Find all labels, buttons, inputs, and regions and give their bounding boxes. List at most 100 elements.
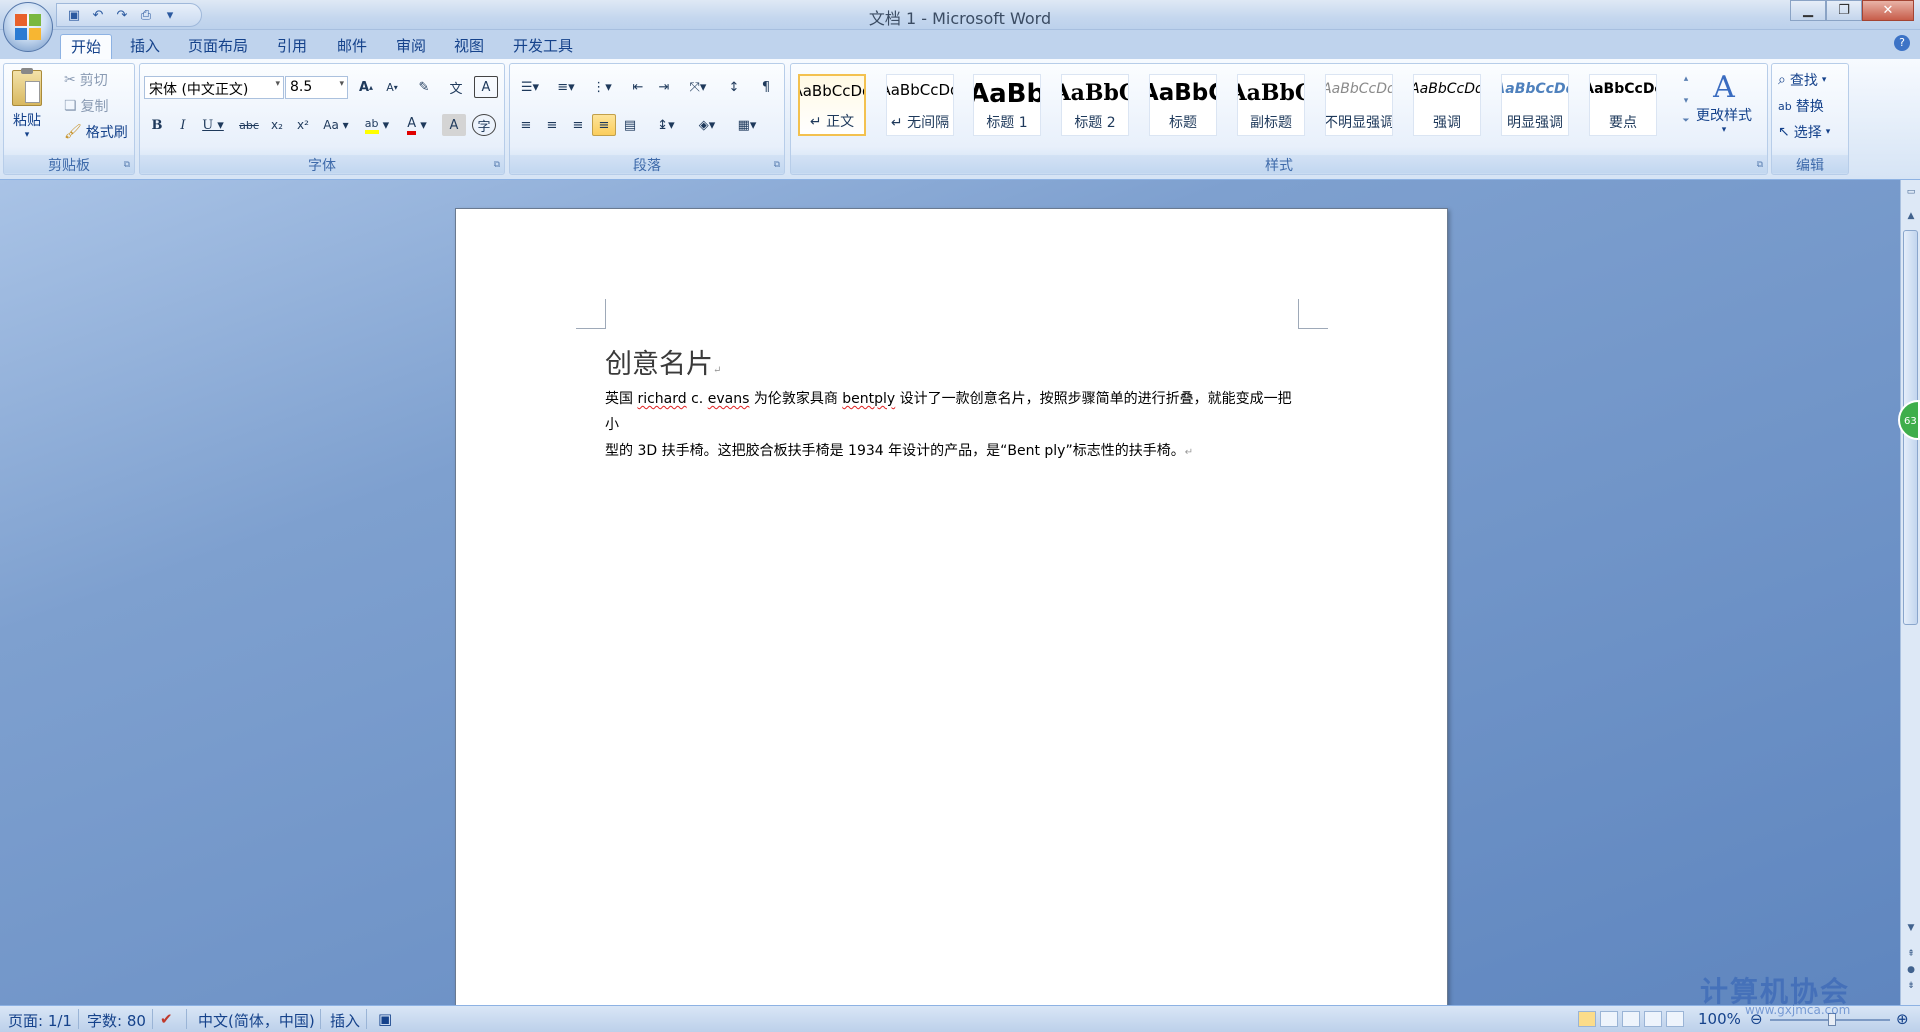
font-color-button[interactable]: A ▾ bbox=[400, 114, 434, 136]
italic-button[interactable]: I bbox=[172, 114, 194, 136]
replace-button[interactable]: ab 替换 bbox=[1778, 96, 1824, 116]
distributed-icon[interactable]: ▤ bbox=[618, 114, 642, 136]
tab-developer[interactable]: 开发工具 bbox=[503, 34, 583, 60]
minimize-button[interactable]: ▁ bbox=[1790, 0, 1826, 21]
style-heading-2[interactable]: AaBbC 标题 2 bbox=[1061, 74, 1129, 136]
align-center-icon[interactable]: ≡ bbox=[540, 114, 564, 136]
superscript-button[interactable]: x² bbox=[292, 114, 314, 136]
scroll-up-icon[interactable]: ▴ bbox=[1679, 74, 1693, 84]
numbering-icon[interactable]: ≡▾ bbox=[550, 76, 582, 98]
chinese-layout-icon[interactable]: ⤧▾ bbox=[682, 76, 714, 98]
font-name-combo[interactable]: 宋体 (中文正文) ▾ bbox=[144, 76, 284, 99]
grow-font-button[interactable]: A ▴ bbox=[354, 76, 378, 98]
borders-icon[interactable]: ▦▾ bbox=[730, 114, 764, 136]
scroll-down-icon[interactable]: ▼ bbox=[1903, 920, 1919, 936]
styles-launcher-icon[interactable]: ⧉ bbox=[1757, 160, 1763, 170]
decrease-indent-icon[interactable]: ⇤ bbox=[626, 76, 650, 98]
close-button[interactable]: ✕ bbox=[1862, 0, 1914, 21]
phonetic-guide-icon[interactable]: 文 bbox=[442, 76, 470, 98]
align-right-icon[interactable]: ≡ bbox=[566, 114, 590, 136]
paste-button[interactable]: 粘贴 ▾ bbox=[12, 68, 42, 140]
enclose-characters-icon[interactable]: 字 bbox=[472, 114, 496, 136]
styles-group: AaBbCcDd ↵ 正文 AaBbCcDd ↵ 无间隔 AaBb 标题 1 A… bbox=[790, 63, 1768, 175]
styles-gallery-scroll[interactable]: ▴ ▾ ⏷ bbox=[1679, 74, 1693, 136]
style-title[interactable]: AaBbC 标题 bbox=[1149, 74, 1217, 136]
bullets-icon[interactable]: ☰▾ bbox=[514, 76, 546, 98]
tab-page-layout[interactable]: 页面布局 bbox=[178, 34, 258, 60]
previous-page-icon[interactable]: ⇞ bbox=[1903, 946, 1919, 962]
style-normal[interactable]: AaBbCcDd ↵ 正文 bbox=[798, 74, 866, 136]
help-icon[interactable]: ? bbox=[1894, 35, 1910, 51]
select-button[interactable]: ↖ 选择 ▾ bbox=[1778, 122, 1830, 142]
outline-view-icon[interactable] bbox=[1644, 1011, 1662, 1027]
tab-home[interactable]: 开始 bbox=[60, 34, 113, 60]
web-layout-icon[interactable] bbox=[1622, 1011, 1640, 1027]
font-size-combo[interactable]: 8.5 ▾ bbox=[285, 76, 348, 99]
change-case-button[interactable]: Aa ▾ bbox=[320, 114, 352, 136]
tab-insert[interactable]: 插入 bbox=[120, 34, 170, 60]
style-strong[interactable]: AaBbCcDc 要点 bbox=[1589, 74, 1657, 136]
character-border-icon[interactable]: A bbox=[474, 76, 498, 98]
multilevel-list-icon[interactable]: ⋮▾ bbox=[586, 76, 618, 98]
character-shading-icon[interactable]: A bbox=[442, 114, 466, 136]
paragraph-launcher-icon[interactable]: ⧉ bbox=[774, 160, 780, 170]
format-painter-button[interactable]: 🖌 格式刷 bbox=[64, 122, 128, 142]
sort-icon[interactable]: ↕ bbox=[722, 76, 746, 98]
gallery-more-icon[interactable]: ⏷ bbox=[1679, 116, 1693, 126]
ruler-toggle-icon[interactable]: ▭ bbox=[1903, 184, 1919, 200]
bold-button[interactable]: B bbox=[146, 114, 168, 136]
paste-dropdown-icon[interactable]: ▾ bbox=[25, 130, 30, 140]
underline-button[interactable]: U ▾ bbox=[198, 114, 228, 136]
highlight-color-button[interactable]: ab ▾ bbox=[360, 114, 394, 136]
shading-icon[interactable]: ◈▾ bbox=[690, 114, 724, 136]
style-sample: AaBbCcDc bbox=[1590, 81, 1656, 97]
next-page-icon[interactable]: ⇟ bbox=[1903, 978, 1919, 994]
style-subtle-emphasis[interactable]: AaBbCcDd 不明显强调 bbox=[1325, 74, 1393, 136]
document-heading[interactable]: 创意名片↵ bbox=[605, 342, 721, 381]
scroll-up-icon[interactable]: ▲ bbox=[1903, 208, 1919, 224]
tab-review[interactable]: 审阅 bbox=[386, 34, 436, 60]
style-emphasis[interactable]: AaBbCcDd 强调 bbox=[1413, 74, 1481, 136]
zoom-level[interactable]: 100% bbox=[1698, 1010, 1741, 1028]
find-button[interactable]: ⌕ 查找 ▾ bbox=[1778, 70, 1826, 90]
macro-record-icon[interactable]: ▣ bbox=[378, 1010, 392, 1028]
copy-button[interactable]: ❏ 复制 bbox=[64, 96, 109, 116]
font-launcher-icon[interactable]: ⧉ bbox=[494, 160, 500, 170]
insert-mode-indicator[interactable]: 插入 bbox=[330, 1010, 360, 1031]
office-button[interactable] bbox=[3, 2, 53, 52]
clear-formatting-icon[interactable]: ✎ bbox=[412, 76, 436, 98]
document-paragraph[interactable]: 英国 richard c. evans 为伦敦家具商 bentply 设计了一款… bbox=[605, 386, 1305, 466]
style-no-spacing[interactable]: AaBbCcDd ↵ 无间隔 bbox=[886, 74, 954, 136]
tab-view[interactable]: 视图 bbox=[444, 34, 494, 60]
proofing-error-icon[interactable]: ✔ bbox=[160, 1010, 173, 1028]
align-left-icon[interactable]: ≡ bbox=[514, 114, 538, 136]
justify-icon[interactable]: ≡ bbox=[592, 114, 616, 136]
style-intense-emphasis[interactable]: AaBbCcDd 明显强调 bbox=[1501, 74, 1569, 136]
line-spacing-icon[interactable]: ↨▾ bbox=[650, 114, 682, 136]
document-page[interactable]: 创意名片↵ 英国 richard c. evans 为伦敦家具商 bentply… bbox=[455, 208, 1448, 1005]
draft-view-icon[interactable] bbox=[1666, 1011, 1684, 1027]
page-count[interactable]: 页面: 1/1 bbox=[8, 1010, 72, 1031]
show-marks-icon[interactable]: ¶ bbox=[754, 76, 778, 98]
language-indicator[interactable]: 中文(简体，中国) bbox=[198, 1010, 315, 1031]
tab-references[interactable]: 引用 bbox=[267, 34, 317, 60]
shrink-font-button[interactable]: A ▾ bbox=[380, 76, 404, 98]
cut-button[interactable]: ✂ 剪切 bbox=[64, 70, 108, 90]
print-layout-view-icon[interactable] bbox=[1578, 1011, 1596, 1027]
subscript-button[interactable]: x₂ bbox=[266, 114, 288, 136]
paragraph-group-label: 段落 bbox=[510, 155, 784, 174]
style-heading-1[interactable]: AaBb 标题 1 bbox=[973, 74, 1041, 136]
word-count[interactable]: 字数: 80 bbox=[87, 1010, 146, 1031]
browse-object-icon[interactable]: ● bbox=[1903, 962, 1919, 978]
vertical-scrollbar[interactable]: ▭ ▲ ▼ ⇞ ● ⇟ bbox=[1900, 180, 1920, 1005]
restore-button[interactable]: ❐ bbox=[1826, 0, 1862, 21]
full-screen-reading-icon[interactable] bbox=[1600, 1011, 1618, 1027]
increase-indent-icon[interactable]: ⇥ bbox=[652, 76, 676, 98]
clipboard-launcher-icon[interactable]: ⧉ bbox=[124, 160, 130, 170]
strikethrough-button[interactable]: abc bbox=[236, 114, 262, 136]
scroll-down-icon[interactable]: ▾ bbox=[1679, 96, 1693, 106]
style-subtitle[interactable]: AaBbC 副标题 bbox=[1237, 74, 1305, 136]
zoom-in-icon[interactable]: ⊕ bbox=[1896, 1010, 1909, 1028]
tab-mailings[interactable]: 邮件 bbox=[327, 34, 377, 60]
change-styles-button[interactable]: A 更改样式 ▾ bbox=[1696, 70, 1752, 135]
